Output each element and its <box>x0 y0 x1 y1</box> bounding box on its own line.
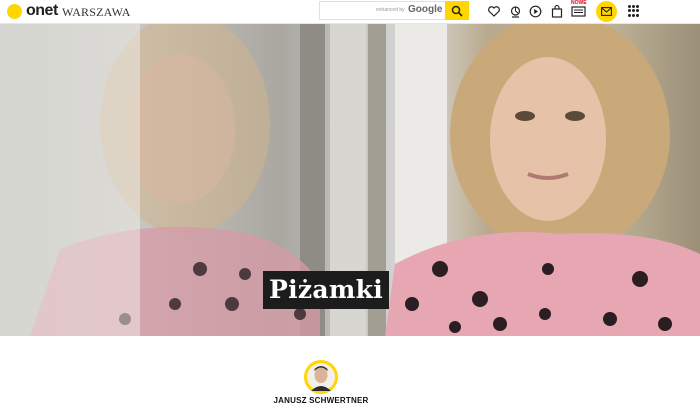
tv-program-icon[interactable] <box>570 3 586 19</box>
google-label: Google <box>408 4 443 15</box>
article-title: Piżamki <box>269 275 384 304</box>
search-icon <box>451 5 463 17</box>
hero-image: Piżamki <box>0 24 700 336</box>
logo-text: onet <box>26 2 58 19</box>
logo-dot-icon <box>7 3 22 19</box>
author-name[interactable]: JANUSZ SCHWERTNER <box>0 396 642 405</box>
apps-grid-icon[interactable] <box>628 5 640 17</box>
author-photo <box>307 363 335 391</box>
play-icon[interactable] <box>527 3 543 19</box>
horoscope-icon[interactable] <box>507 3 523 19</box>
heart-icon[interactable] <box>486 3 502 19</box>
search-powered-by: enhanced by <box>376 7 405 13</box>
top-navigation-bar: onet WARSZAWA enhanced by Google NOWE <box>0 0 700 24</box>
article-title-box: Piżamki <box>263 271 390 309</box>
search-box: enhanced by Google <box>319 1 469 20</box>
search-button[interactable] <box>445 1 469 20</box>
onet-logo[interactable]: onet <box>7 2 58 20</box>
mail-button[interactable] <box>596 1 617 22</box>
city-section-label[interactable]: WARSZAWA <box>62 5 131 20</box>
author-avatar[interactable] <box>304 360 338 394</box>
shopping-bag-icon[interactable] <box>549 3 565 19</box>
mail-icon <box>601 7 612 16</box>
